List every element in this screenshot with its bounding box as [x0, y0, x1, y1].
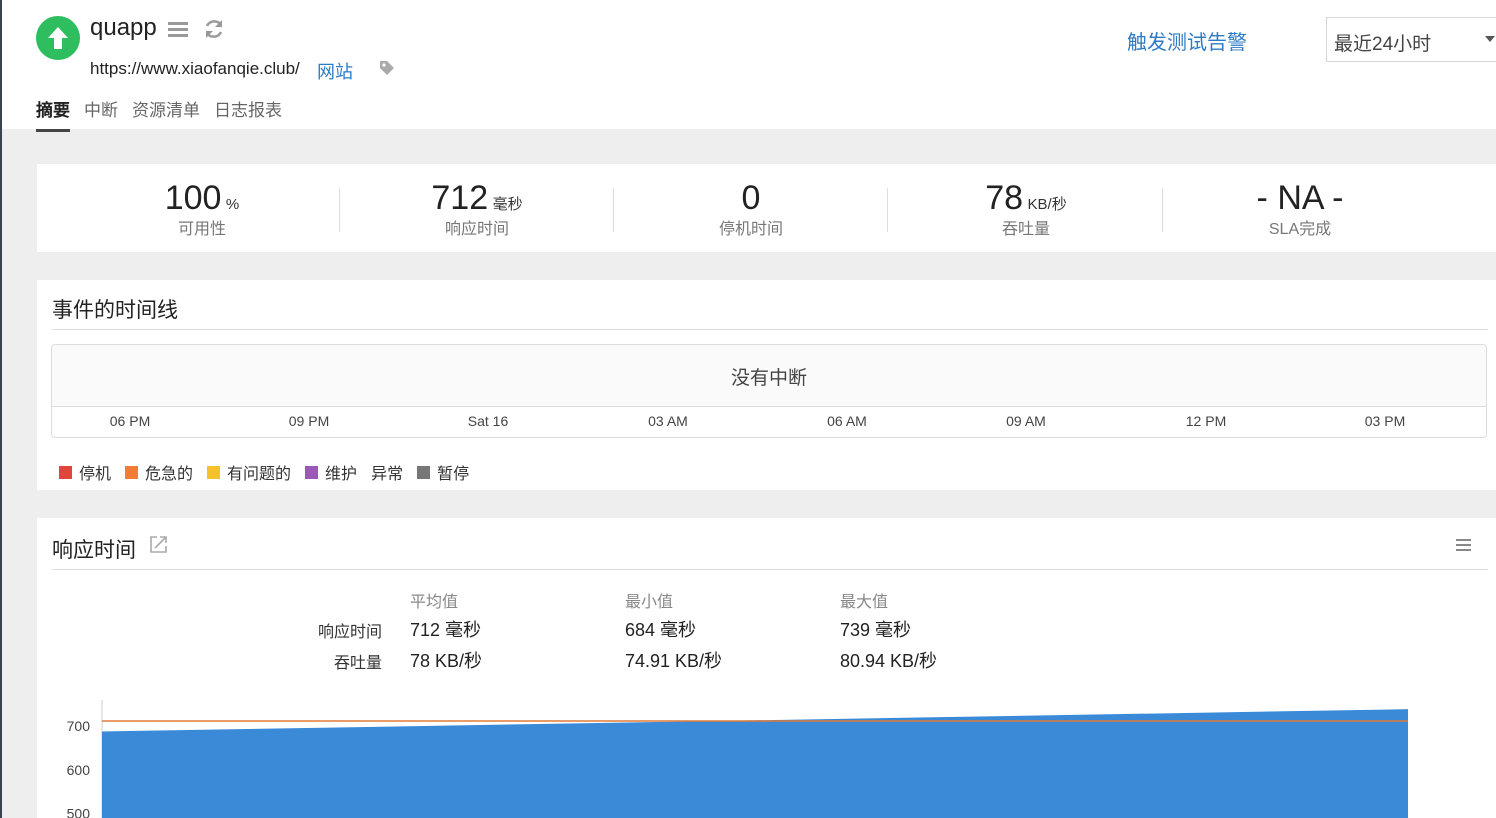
legend-label: 危急的 — [145, 466, 194, 483]
menu-icon[interactable] — [1456, 539, 1471, 554]
stats-value: 712 毫秒 — [410, 620, 482, 640]
period-select[interactable]: 最近24小时 — [1326, 17, 1496, 62]
stats-header: 最小值 — [625, 594, 674, 611]
divider — [613, 188, 614, 232]
stats-row-label: 响应时间 — [317, 624, 382, 641]
legend-label: 异常 — [371, 466, 404, 483]
timeline-tick: Sat 16 — [467, 413, 509, 429]
timeline-tick: 03 AM — [648, 413, 688, 429]
legend-item-trouble[interactable]: 有问题的 — [207, 460, 291, 484]
divider — [339, 188, 340, 232]
response-time-panel: 响应时间 平均值 最小值 最大值 响应时间 712 毫秒 684 毫秒 739 … — [37, 518, 1496, 818]
refresh-icon[interactable] — [203, 18, 225, 45]
legend-label: 有问题的 — [227, 466, 292, 483]
arrow-up-icon — [48, 27, 68, 49]
legend-swatch — [417, 465, 431, 479]
y-tick-label: 700 — [67, 718, 91, 734]
stats-value: 684 毫秒 — [625, 620, 697, 640]
external-link-icon[interactable] — [149, 535, 168, 559]
timeline-tick: 06 PM — [109, 413, 151, 429]
y-tick-label: 600 — [67, 762, 91, 778]
timeline-tick: 09 AM — [1006, 413, 1046, 429]
y-tick-label: 500 — [67, 806, 91, 818]
monitor-header: quapp https://www.xiaofanqie.club/ 网站 触发… — [2, 0, 1496, 132]
timeline-tick: 09 PM — [288, 413, 330, 429]
tab-outages[interactable]: 中断 — [84, 96, 118, 132]
metric-throughput: 78 KB/秒 吞吐量 — [916, 179, 1136, 239]
monitor-tabs: 摘要 中断 资源清单 日志报表 — [36, 96, 296, 132]
stats-header: 平均值 — [410, 594, 459, 611]
legend-label: 停机 — [79, 466, 112, 483]
timeline-legend: 停机 危急的 有问题的 维护 异常 暂停 — [59, 460, 483, 484]
legend-item-down[interactable]: 停机 — [59, 460, 111, 484]
stats-value: 78 KB/秒 — [410, 651, 483, 671]
tab-summary[interactable]: 摘要 — [36, 96, 70, 132]
metric-value: 0 — [741, 179, 761, 217]
metric-unit: 毫秒 — [492, 196, 523, 213]
stats-header: 最大值 — [840, 594, 889, 611]
metric-value: - NA - — [1256, 179, 1344, 217]
metric-label: 停机时间 — [718, 221, 783, 238]
event-timeline-panel: 事件的时间线 没有中断 06 PM 09 PM Sat 16 03 AM 06 … — [37, 280, 1496, 490]
metric-response-time: 712 毫秒 响应时间 — [367, 179, 587, 239]
timeline-chart[interactable]: 没有中断 06 PM 09 PM Sat 16 03 AM 06 AM 09 A… — [51, 344, 1487, 438]
timeline-tick: 03 PM — [1364, 413, 1406, 429]
metric-sla: - NA - SLA完成 — [1190, 179, 1410, 239]
metric-value: 78 — [985, 179, 1024, 217]
timeline-axis: 06 PM 09 PM Sat 16 03 AM 06 AM 09 AM 12 … — [52, 406, 1486, 437]
legend-item-critical[interactable]: 危急的 — [125, 460, 193, 484]
metric-downtime: 0 停机时间 — [641, 179, 861, 239]
stats-value: 739 毫秒 — [840, 620, 912, 640]
tag-icon[interactable] — [379, 60, 395, 81]
stats-row-label: 吞吐量 — [333, 655, 382, 672]
metric-label: 吞吐量 — [1001, 221, 1050, 238]
period-select-value: 最近24小时 — [1334, 34, 1432, 55]
divider — [1162, 188, 1163, 232]
metric-unit: % — [225, 196, 240, 213]
timeline-tick: 12 PM — [1185, 413, 1227, 429]
timeline-title: 事件的时间线 — [52, 299, 178, 322]
metric-unit: KB/秒 — [1027, 196, 1067, 213]
metric-availability: 100 % 可用性 — [92, 179, 312, 239]
metric-value: 712 — [431, 179, 489, 217]
legend-label: 维护 — [325, 466, 358, 483]
monitor-url: https://www.xiaofanqie.club/ — [90, 59, 300, 78]
stats-value: 80.94 KB/秒 — [840, 651, 938, 671]
metric-label: 可用性 — [177, 221, 226, 238]
divider — [52, 329, 1488, 330]
legend-item-maintenance[interactable]: 维护 — [305, 460, 357, 484]
tab-inventory[interactable]: 资源清单 — [132, 96, 200, 132]
legend-item-paused[interactable]: 暂停 — [417, 460, 469, 484]
monitor-type-link[interactable]: 网站 — [317, 58, 353, 84]
summary-panel: 100 % 可用性 712 毫秒 响应时间 0 停机时间 78 KB/秒 吞吐量… — [37, 164, 1496, 252]
timeline-tick: 06 AM — [827, 413, 867, 429]
trigger-test-alert-link[interactable]: 触发测试告警 — [1127, 26, 1247, 55]
chevron-down-icon — [1485, 36, 1495, 42]
timeline-message: 没有中断 — [730, 368, 807, 389]
list-icon[interactable] — [168, 22, 188, 38]
response-time-chart[interactable]: 700 600 500 — [37, 688, 1496, 818]
status-up-indicator — [36, 16, 80, 60]
stats-value: 74.91 KB/秒 — [625, 651, 723, 671]
legend-swatch — [207, 465, 221, 479]
monitor-name: quapp — [90, 14, 157, 41]
tab-log-report[interactable]: 日志报表 — [214, 96, 282, 132]
metric-value: 100 — [164, 179, 222, 217]
response-area-series — [102, 709, 1408, 818]
legend-label: 暂停 — [437, 466, 470, 483]
legend-swatch — [125, 465, 139, 479]
divider — [52, 569, 1488, 570]
legend-swatch — [59, 465, 72, 479]
legend-item-anomaly[interactable]: 异常 — [371, 460, 403, 484]
metric-label: 响应时间 — [444, 221, 509, 238]
legend-swatch — [305, 465, 319, 479]
metric-label: SLA完成 — [1268, 221, 1332, 238]
divider — [887, 188, 888, 232]
response-title: 响应时间 — [52, 539, 136, 562]
